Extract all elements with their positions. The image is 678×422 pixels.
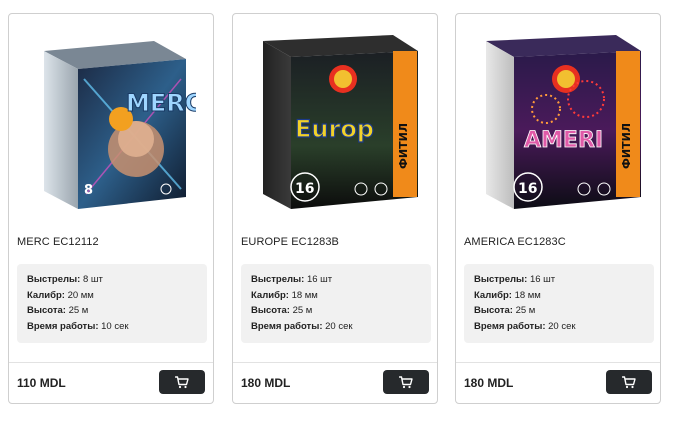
card-divider (9, 362, 213, 363)
spec-height: Высота: 25 м (27, 305, 89, 316)
svg-text:Europ: Europ (295, 115, 374, 143)
product-price: 110 MDL (17, 376, 66, 390)
product-specs: Выстрелы: 8 шт Калибр: 20 мм Высота: 25 … (17, 264, 207, 343)
product-card[interactable]: ФИТИЛ AMERI 16 AMERICA EC1283C Выстрелы:… (455, 13, 661, 404)
svg-text:16: 16 (295, 181, 314, 197)
spec-height: Высота: 25 м (474, 305, 536, 316)
spec-duration: Время работы: 10 сек (27, 320, 129, 332)
spec-shots: Выстрелы: 16 шт (474, 274, 556, 285)
svg-text:ФИТИЛ: ФИТИЛ (620, 123, 633, 169)
spec-shots: Выстрелы: 8 шт (27, 274, 103, 285)
firework-box-image: ФИТИЛ Europ 16 (262, 35, 418, 209)
add-to-cart-button[interactable] (159, 370, 205, 394)
spec-caliber: Калибр: 18 мм (474, 289, 541, 301)
product-image[interactable]: ФИТИЛ Europ 16 (233, 14, 437, 224)
shopping-cart-icon (175, 375, 189, 388)
product-title[interactable]: EUROPE EC1283B (241, 236, 339, 248)
product-price: 180 MDL (241, 376, 291, 390)
svg-text:16: 16 (518, 181, 537, 197)
add-to-cart-button[interactable] (383, 370, 429, 394)
product-title[interactable]: MERC EC12112 (17, 236, 99, 248)
product-image[interactable]: ФИТИЛ AMERI 16 (456, 14, 660, 224)
add-to-cart-button[interactable] (606, 370, 652, 394)
spec-duration: Время работы: 20 сек (474, 320, 576, 332)
svg-text:ФИТИЛ: ФИТИЛ (397, 123, 410, 169)
product-card[interactable]: MERC 8 MERC EC12112 Выстрелы: 8 шт Калиб… (8, 13, 214, 404)
product-specs: Выстрелы: 16 шт Калибр: 18 мм Высота: 25… (241, 264, 431, 343)
svg-text:MERC: MERC (126, 89, 196, 117)
firework-box-image: ФИТИЛ AMERI 16 (485, 35, 641, 209)
firework-box-image: MERC 8 (44, 41, 196, 209)
shopping-cart-icon (399, 375, 413, 388)
spec-duration: Время работы: 20 сек (251, 320, 353, 332)
spec-caliber: Калибр: 18 мм (251, 289, 318, 301)
product-title[interactable]: AMERICA EC1283C (464, 236, 566, 248)
spec-caliber: Калибр: 20 мм (27, 289, 94, 301)
svg-text:8: 8 (84, 183, 93, 198)
spec-height: Высота: 25 м (251, 305, 313, 316)
product-card[interactable]: ФИТИЛ Europ 16 EUROPE EC1283B Выстрелы: … (232, 13, 438, 404)
product-image[interactable]: MERC 8 (9, 14, 213, 224)
svg-text:AMERI: AMERI (524, 128, 603, 153)
spec-shots: Выстрелы: 16 шт (251, 274, 333, 285)
product-price: 180 MDL (464, 376, 514, 390)
card-divider (233, 362, 437, 363)
card-divider (456, 362, 660, 363)
shopping-cart-icon (622, 375, 636, 388)
product-specs: Выстрелы: 16 шт Калибр: 18 мм Высота: 25… (464, 264, 654, 343)
